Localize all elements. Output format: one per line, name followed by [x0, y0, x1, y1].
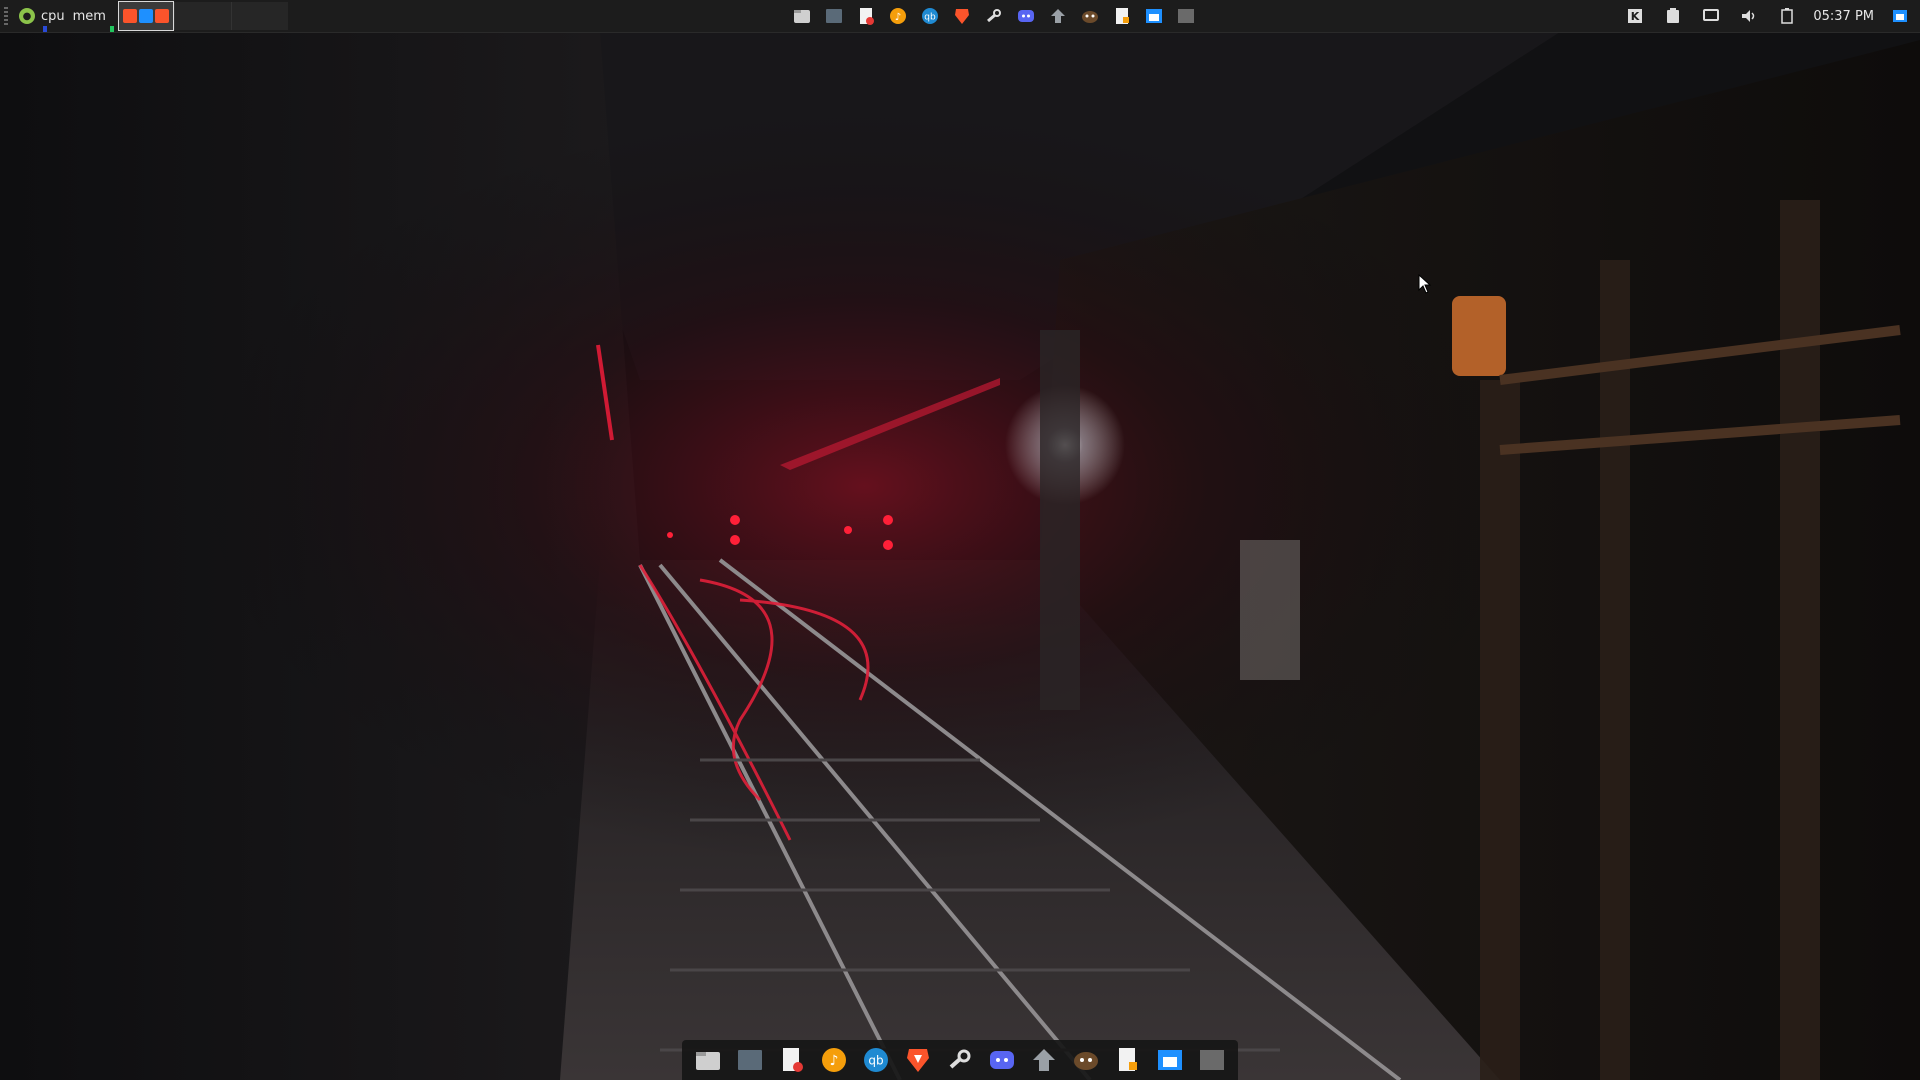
svg-text:qb: qb	[868, 1054, 883, 1068]
brave-browser-icon[interactable]	[900, 1042, 936, 1078]
gimp-icon[interactable]	[1078, 4, 1102, 28]
steam-icon[interactable]	[942, 1042, 978, 1078]
mem-usage-bar	[109, 25, 114, 32]
svg-text:♪: ♪	[895, 12, 901, 23]
workspace-2[interactable]	[173, 2, 231, 30]
display-icon[interactable]	[1699, 4, 1723, 28]
text-editor-icon[interactable]	[774, 1042, 810, 1078]
screenshot-icon[interactable]	[1174, 4, 1198, 28]
brave-browser-icon	[122, 9, 137, 23]
package-manager-icon[interactable]	[1046, 4, 1070, 28]
steam-icon[interactable]	[982, 4, 1006, 28]
workspace-1[interactable]	[117, 1, 174, 31]
mouse-cursor-icon	[1418, 274, 1432, 294]
file-manager-icon[interactable]	[690, 1042, 726, 1078]
notification-icon[interactable]	[1888, 4, 1912, 28]
svg-text:♪: ♪	[830, 1053, 839, 1069]
package-manager-icon[interactable]	[1026, 1042, 1062, 1078]
dock: ♪ qb	[682, 1040, 1238, 1080]
notes-app-icon[interactable]	[1110, 1042, 1146, 1078]
battery-icon[interactable]	[1775, 4, 1799, 28]
music-player-icon[interactable]: ♪	[816, 1042, 852, 1078]
clock[interactable]: 05:37 PM	[1813, 9, 1874, 24]
mem-monitor-label: mem	[72, 8, 106, 24]
keyboard-layout-icon[interactable]: K	[1623, 4, 1647, 28]
volume-icon[interactable]	[1737, 4, 1761, 28]
window-manager-icon[interactable]	[1142, 4, 1166, 28]
terminal-icon[interactable]	[732, 1042, 768, 1078]
svg-text:K: K	[1631, 10, 1640, 23]
screenshot-icon[interactable]	[1194, 1042, 1230, 1078]
window-manager-icon	[138, 9, 153, 23]
workspace-3[interactable]	[230, 2, 288, 30]
music-player-icon[interactable]: ♪	[886, 4, 910, 28]
cpu-monitor[interactable]: cpu	[41, 8, 65, 32]
whisker-menu-icon[interactable]: ●	[19, 8, 35, 24]
text-editor-icon[interactable]	[854, 4, 878, 28]
desktop-wallpaper	[0, 0, 1920, 1080]
mem-monitor[interactable]: mem	[72, 8, 114, 32]
qbittorrent-icon[interactable]: qb	[918, 4, 942, 28]
panel-launchers: ♪ qb	[790, 0, 1198, 32]
panel-grip[interactable]	[4, 7, 8, 25]
top-panel: ● cpu mem ♪ qb K 05:37 PM	[0, 0, 1920, 33]
cpu-usage-bar	[43, 25, 47, 32]
qbittorrent-icon[interactable]: qb	[858, 1042, 894, 1078]
clipboard-icon[interactable]	[1661, 4, 1685, 28]
discord-icon[interactable]	[984, 1042, 1020, 1078]
gimp-icon[interactable]	[1068, 1042, 1104, 1078]
svg-text:qb: qb	[924, 13, 936, 23]
notes-app-icon[interactable]	[1110, 4, 1134, 28]
terminal-icon[interactable]	[822, 4, 846, 28]
window-manager-icon[interactable]	[1152, 1042, 1188, 1078]
cpu-monitor-label: cpu	[41, 8, 65, 24]
brave-browser-icon[interactable]	[950, 4, 974, 28]
discord-icon[interactable]	[1014, 4, 1038, 28]
file-manager-icon[interactable]	[790, 4, 814, 28]
system-tray: K 05:37 PM	[1623, 0, 1912, 32]
brave-browser-icon	[154, 9, 169, 23]
panel-left-group: ● cpu mem	[0, 0, 288, 32]
